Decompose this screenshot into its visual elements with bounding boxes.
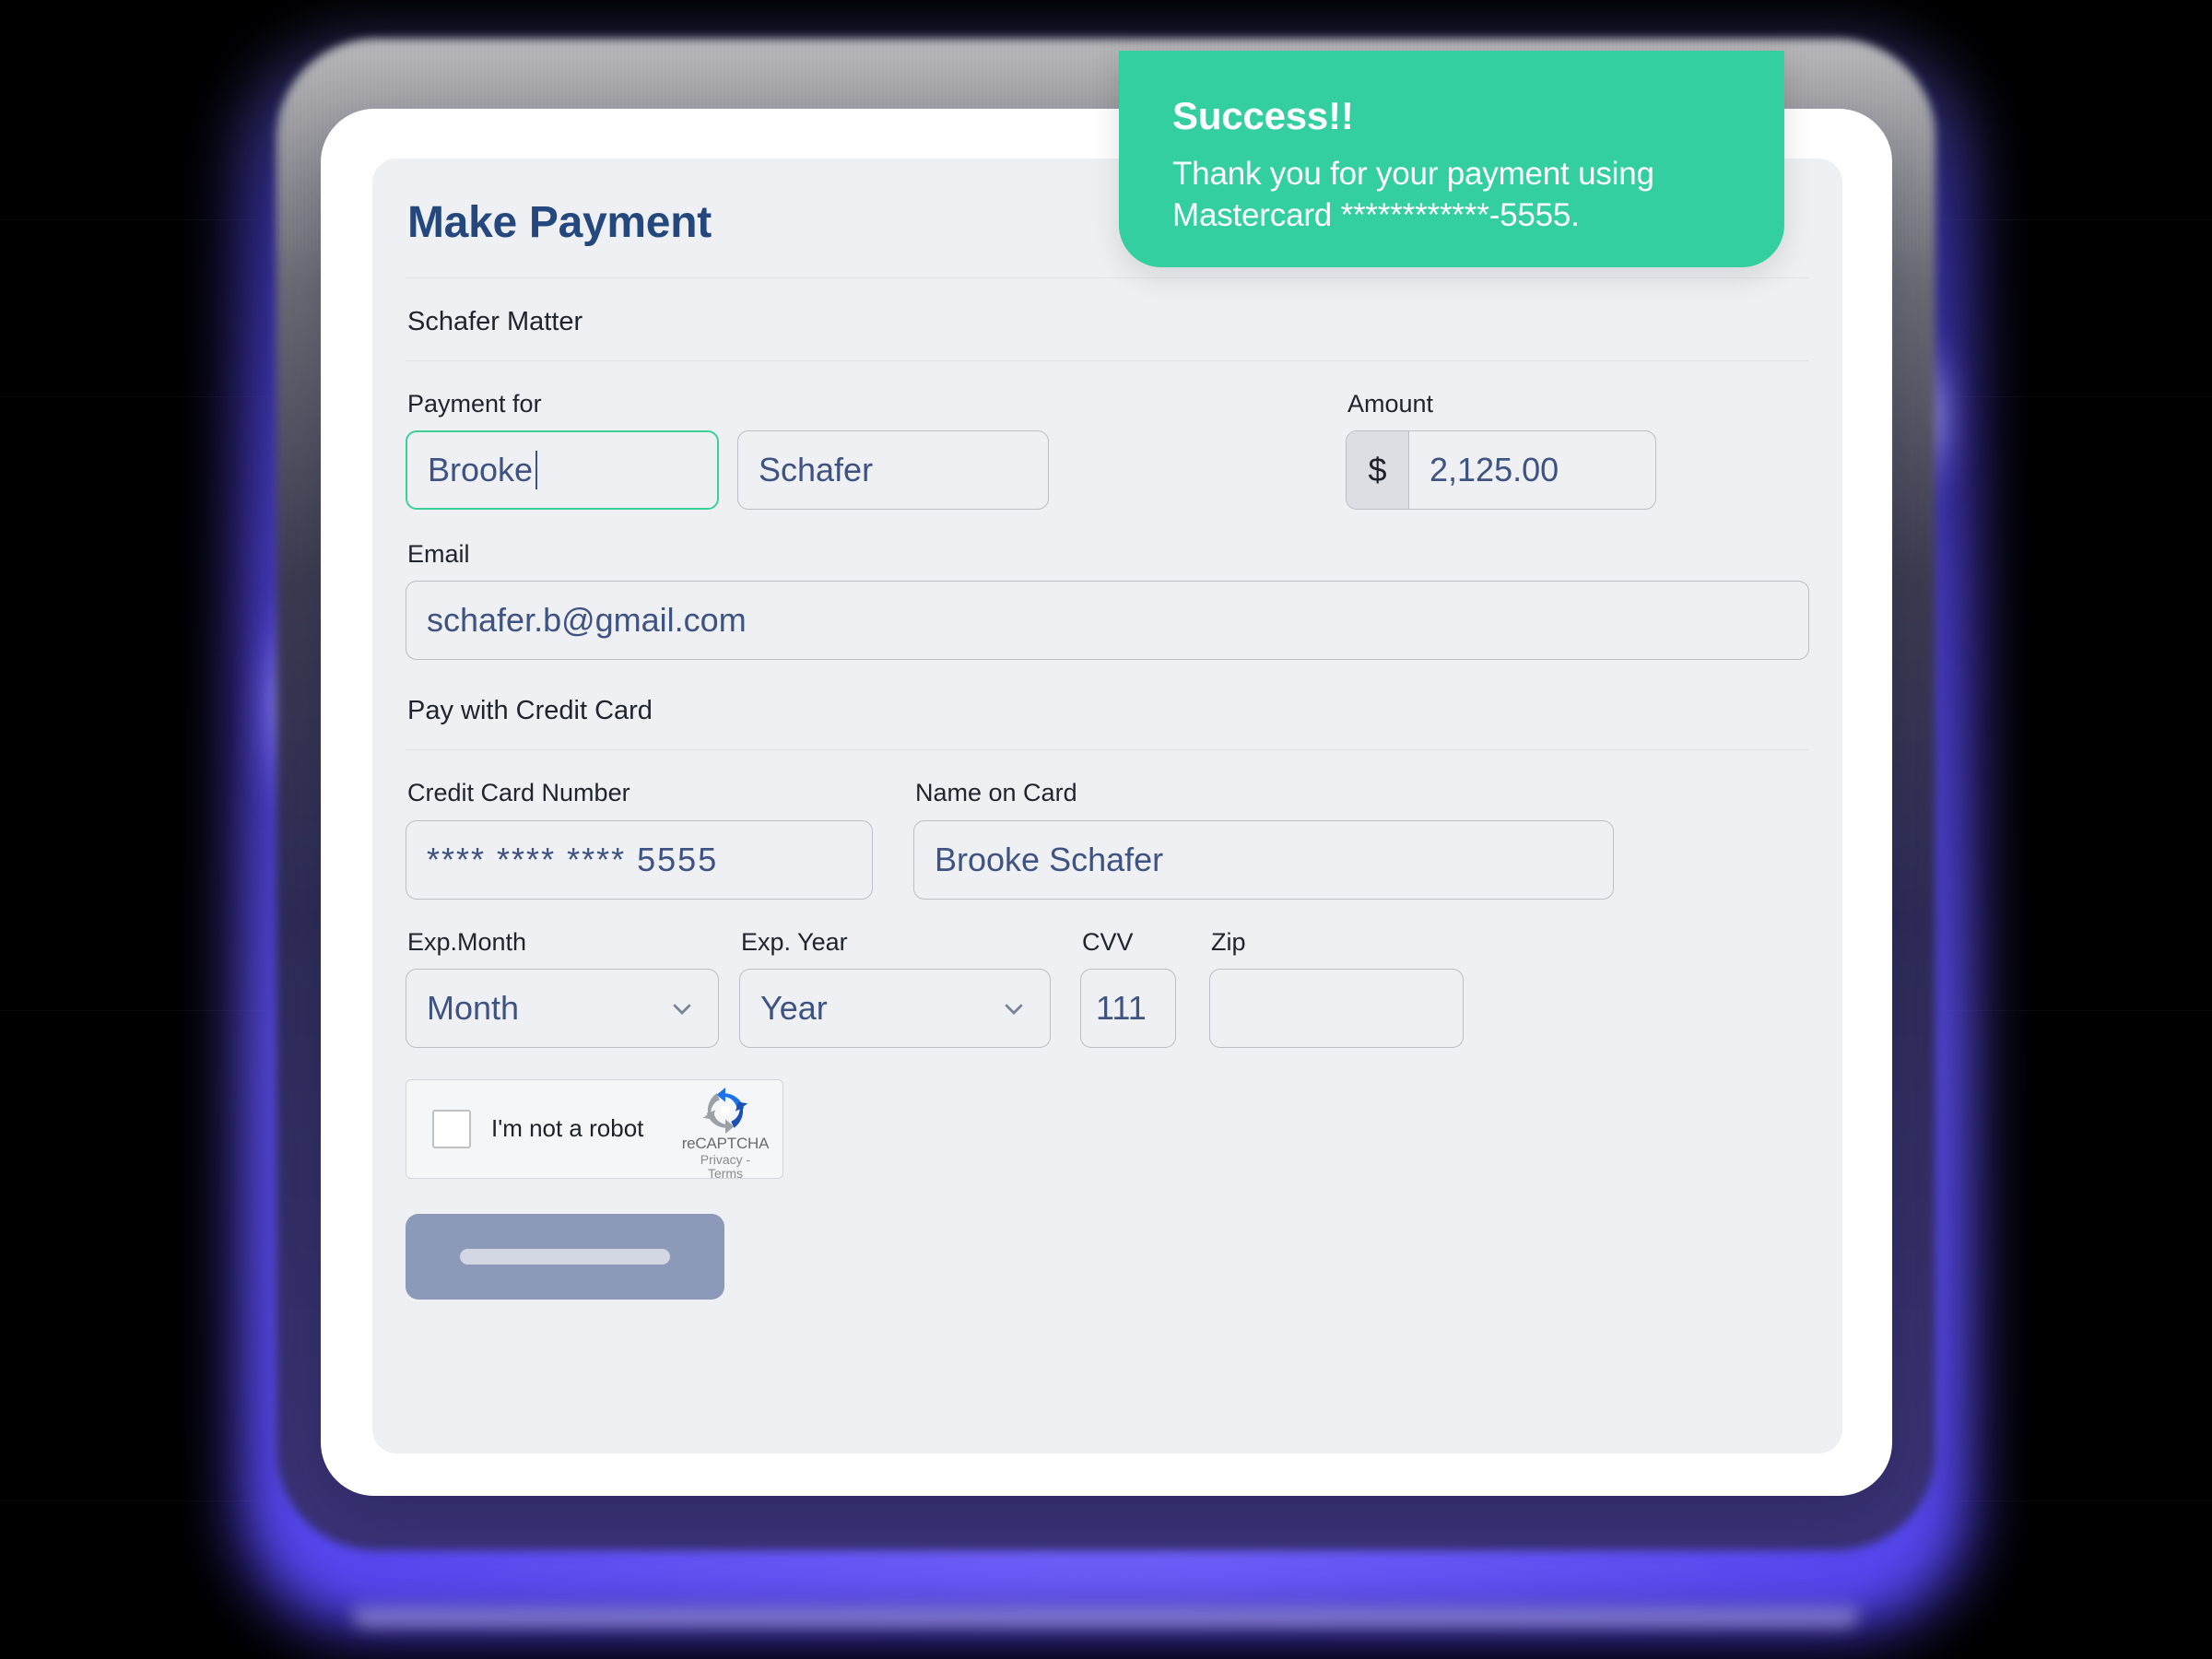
currency-symbol: $ — [1347, 430, 1409, 509]
payment-for-row: Payment for Brooke Schafer Amount $ 2,12… — [406, 389, 1809, 510]
credit-card-section-label: Pay with Credit Card — [407, 696, 653, 726]
cvv-input[interactable]: 111 — [1080, 968, 1176, 1048]
card-details-row: Credit Card Number **** **** **** 5555 N… — [406, 778, 1809, 900]
first-name-input[interactable]: Brooke — [406, 429, 719, 510]
recaptcha-label: I'm not a robot — [491, 1114, 644, 1143]
chevron-down-icon — [673, 1004, 691, 1015]
payment-for-label: Payment for — [407, 389, 542, 418]
amount-label: Amount — [1347, 389, 1434, 418]
credit-card-divider — [406, 749, 1809, 751]
submit-button-loading-bar — [460, 1248, 670, 1265]
recaptcha-widget[interactable]: I'm not a robot reCAPTCHA Privacy - Term… — [406, 1078, 1809, 1182]
exp-month-value: Month — [427, 988, 520, 1027]
glow-bottom-rim — [352, 1600, 1859, 1626]
recaptcha-brand-name: reCAPTCHA — [681, 1134, 770, 1152]
chevron-down-icon — [1005, 1004, 1023, 1015]
success-toast[interactable]: Success!! Thank you for your payment usi… — [1119, 51, 1784, 267]
exp-month-label: Exp.Month — [407, 927, 527, 956]
recaptcha-logo-icon — [702, 1087, 748, 1134]
submit-row — [406, 1213, 1809, 1300]
credit-card-number-input[interactable]: **** **** **** 5555 — [406, 819, 873, 900]
exp-year-label: Exp. Year — [741, 927, 848, 956]
toast-title: Success!! — [1172, 94, 1354, 137]
zip-input[interactable] — [1209, 968, 1464, 1048]
matter-name: Schafer Matter — [407, 306, 583, 336]
toast-message-line2: Mastercard ************-5555. — [1172, 196, 1580, 233]
first-name-value: Brooke — [428, 450, 534, 488]
last-name-input[interactable]: Schafer — [737, 429, 1049, 510]
recaptcha-checkbox[interactable] — [432, 1109, 471, 1148]
amount-input-group[interactable]: $ 2,125.00 — [1346, 429, 1656, 510]
email-label: Email — [407, 539, 470, 568]
recaptcha-terms-link[interactable]: Privacy - Terms — [681, 1152, 770, 1182]
credit-card-number-label: Credit Card Number — [407, 779, 630, 807]
name-on-card-input[interactable]: Brooke Schafer — [913, 819, 1614, 900]
recaptcha-brand: reCAPTCHA Privacy - Terms — [681, 1087, 770, 1182]
text-caret — [535, 450, 538, 489]
email-row: Email schafer.b@gmail.com — [406, 539, 1809, 661]
screenshot-root: Make Payment Schafer Matter Payment for … — [0, 0, 2212, 1659]
name-on-card-label: Name on Card — [915, 779, 1077, 807]
exp-year-select[interactable]: Year — [739, 968, 1051, 1048]
exp-month-select[interactable]: Month — [406, 968, 719, 1048]
payment-card: Make Payment Schafer Matter Payment for … — [372, 159, 1842, 1453]
expiry-row: Exp.Month Month Exp. Year Year CVV 111 Z… — [406, 927, 1809, 1048]
toast-message: Thank you for your payment using Masterc… — [1172, 154, 1731, 237]
exp-year-value: Year — [760, 988, 828, 1027]
toast-message-line1: Thank you for your payment using — [1172, 156, 1654, 193]
submit-payment-button[interactable] — [406, 1213, 724, 1300]
cvv-label: CVV — [1082, 927, 1134, 956]
email-input[interactable]: schafer.b@gmail.com — [406, 581, 1809, 661]
matter-divider — [406, 359, 1809, 361]
last-name-value: Schafer — [759, 450, 874, 488]
zip-label: Zip — [1211, 927, 1246, 956]
amount-input[interactable]: 2,125.00 — [1409, 431, 1655, 509]
